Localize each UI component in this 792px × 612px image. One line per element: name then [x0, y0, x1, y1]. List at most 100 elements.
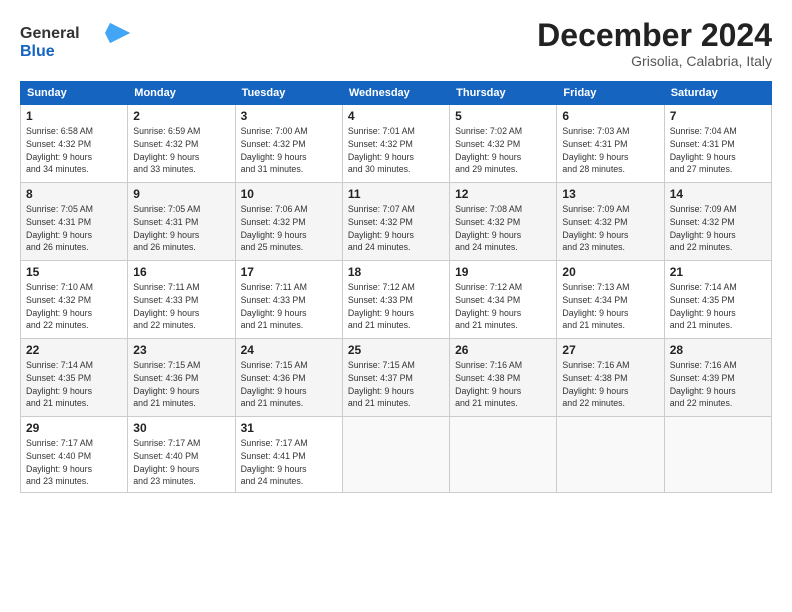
calendar-week-2: 8 Sunrise: 7:05 AMSunset: 4:31 PMDaylight…: [21, 183, 772, 261]
day-number: 5: [455, 109, 551, 123]
day-info: Sunrise: 7:16 AMSunset: 4:38 PMDaylight:…: [455, 359, 551, 410]
day-number: 7: [670, 109, 766, 123]
weekday-header-friday: Friday: [557, 82, 664, 105]
weekday-header-sunday: Sunday: [21, 82, 128, 105]
day-info: Sunrise: 7:16 AMSunset: 4:39 PMDaylight:…: [670, 359, 766, 410]
day-number: 19: [455, 265, 551, 279]
day-info: Sunrise: 7:14 AMSunset: 4:35 PMDaylight:…: [670, 281, 766, 332]
calendar-cell: [450, 417, 557, 493]
calendar-cell: 12 Sunrise: 7:08 AMSunset: 4:32 PMDayligh…: [450, 183, 557, 261]
location: Grisolia, Calabria, Italy: [537, 53, 772, 69]
day-number: 27: [562, 343, 658, 357]
day-info: Sunrise: 7:07 AMSunset: 4:32 PMDaylight:…: [348, 203, 444, 254]
day-number: 1: [26, 109, 122, 123]
day-info: Sunrise: 7:03 AMSunset: 4:31 PMDaylight:…: [562, 125, 658, 176]
weekday-header-row: SundayMondayTuesdayWednesdayThursdayFrid…: [21, 82, 772, 105]
calendar-cell: 1 Sunrise: 6:58 AMSunset: 4:32 PMDaylight…: [21, 105, 128, 183]
calendar-cell: 13 Sunrise: 7:09 AMSunset: 4:32 PMDayligh…: [557, 183, 664, 261]
day-number: 13: [562, 187, 658, 201]
calendar-cell: 19 Sunrise: 7:12 AMSunset: 4:34 PMDayligh…: [450, 261, 557, 339]
calendar-cell: 17 Sunrise: 7:11 AMSunset: 4:33 PMDayligh…: [235, 261, 342, 339]
day-number: 17: [241, 265, 337, 279]
calendar-cell: 29Sunrise: 7:17 AMSunset: 4:40 PMDayligh…: [21, 417, 128, 493]
calendar-cell: 20Sunrise: 7:13 AMSunset: 4:34 PMDayligh…: [557, 261, 664, 339]
calendar-cell: 21 Sunrise: 7:14 AMSunset: 4:35 PMDayligh…: [664, 261, 771, 339]
day-info: Sunrise: 7:15 AMSunset: 4:37 PMDaylight:…: [348, 359, 444, 410]
calendar-week-3: 15Sunrise: 7:10 AMSunset: 4:32 PMDayligh…: [21, 261, 772, 339]
weekday-header-saturday: Saturday: [664, 82, 771, 105]
day-info: Sunrise: 7:05 AMSunset: 4:31 PMDaylight:…: [133, 203, 229, 254]
day-info: Sunrise: 7:00 AMSunset: 4:32 PMDaylight:…: [241, 125, 337, 176]
calendar-week-5: 29Sunrise: 7:17 AMSunset: 4:40 PMDayligh…: [21, 417, 772, 493]
day-number: 25: [348, 343, 444, 357]
calendar-cell: 10 Sunrise: 7:06 AMSunset: 4:32 PMDayligh…: [235, 183, 342, 261]
calendar-cell: 28 Sunrise: 7:16 AMSunset: 4:39 PMDayligh…: [664, 339, 771, 417]
day-info: Sunrise: 6:59 AMSunset: 4:32 PMDaylight:…: [133, 125, 229, 176]
day-info: Sunrise: 7:10 AMSunset: 4:32 PMDaylight:…: [26, 281, 122, 332]
weekday-header-tuesday: Tuesday: [235, 82, 342, 105]
logo: General Blue: [20, 18, 130, 67]
day-info: Sunrise: 7:11 AMSunset: 4:33 PMDaylight:…: [133, 281, 229, 332]
day-info: Sunrise: 7:05 AMSunset: 4:31 PMDaylight:…: [26, 203, 122, 254]
weekday-header-monday: Monday: [128, 82, 235, 105]
day-number: 28: [670, 343, 766, 357]
day-info: Sunrise: 7:06 AMSunset: 4:32 PMDaylight:…: [241, 203, 337, 254]
day-info: Sunrise: 6:58 AMSunset: 4:32 PMDaylight:…: [26, 125, 122, 176]
calendar-cell: 23Sunrise: 7:15 AMSunset: 4:36 PMDayligh…: [128, 339, 235, 417]
day-info: Sunrise: 7:09 AMSunset: 4:32 PMDaylight:…: [562, 203, 658, 254]
day-info: Sunrise: 7:16 AMSunset: 4:38 PMDaylight:…: [562, 359, 658, 410]
day-info: Sunrise: 7:04 AMSunset: 4:31 PMDaylight:…: [670, 125, 766, 176]
calendar-cell: 3 Sunrise: 7:00 AMSunset: 4:32 PMDaylight…: [235, 105, 342, 183]
calendar-week-1: 1 Sunrise: 6:58 AMSunset: 4:32 PMDaylight…: [21, 105, 772, 183]
day-info: Sunrise: 7:09 AMSunset: 4:32 PMDaylight:…: [670, 203, 766, 254]
day-number: 26: [455, 343, 551, 357]
day-number: 12: [455, 187, 551, 201]
header: General Blue December 2024 Grisolia, Cal…: [20, 18, 772, 69]
day-number: 8: [26, 187, 122, 201]
day-number: 6: [562, 109, 658, 123]
day-number: 18: [348, 265, 444, 279]
day-info: Sunrise: 7:08 AMSunset: 4:32 PMDaylight:…: [455, 203, 551, 254]
day-info: Sunrise: 7:17 AMSunset: 4:41 PMDaylight:…: [241, 437, 337, 488]
day-number: 30: [133, 421, 229, 435]
day-number: 31: [241, 421, 337, 435]
svg-text:General: General: [20, 25, 80, 42]
page: General Blue December 2024 Grisolia, Cal…: [0, 0, 792, 503]
weekday-header-thursday: Thursday: [450, 82, 557, 105]
calendar-cell: [342, 417, 449, 493]
day-info: Sunrise: 7:14 AMSunset: 4:35 PMDaylight:…: [26, 359, 122, 410]
calendar-cell: 6 Sunrise: 7:03 AMSunset: 4:31 PMDaylight…: [557, 105, 664, 183]
day-number: 21: [670, 265, 766, 279]
calendar-cell: 5Sunrise: 7:02 AMSunset: 4:32 PMDaylight…: [450, 105, 557, 183]
day-number: 14: [670, 187, 766, 201]
day-info: Sunrise: 7:12 AMSunset: 4:34 PMDaylight:…: [455, 281, 551, 332]
calendar-cell: 4Sunrise: 7:01 AMSunset: 4:32 PMDaylight…: [342, 105, 449, 183]
calendar-cell: 14 Sunrise: 7:09 AMSunset: 4:32 PMDayligh…: [664, 183, 771, 261]
calendar-cell: 25 Sunrise: 7:15 AMSunset: 4:37 PMDayligh…: [342, 339, 449, 417]
day-number: 3: [241, 109, 337, 123]
calendar-cell: 8 Sunrise: 7:05 AMSunset: 4:31 PMDaylight…: [21, 183, 128, 261]
day-info: Sunrise: 7:01 AMSunset: 4:32 PMDaylight:…: [348, 125, 444, 176]
day-info: Sunrise: 7:17 AMSunset: 4:40 PMDaylight:…: [26, 437, 122, 488]
calendar-week-4: 22 Sunrise: 7:14 AMSunset: 4:35 PMDayligh…: [21, 339, 772, 417]
day-number: 11: [348, 187, 444, 201]
day-info: Sunrise: 7:17 AMSunset: 4:40 PMDaylight:…: [133, 437, 229, 488]
calendar-cell: 9 Sunrise: 7:05 AMSunset: 4:31 PMDaylight…: [128, 183, 235, 261]
calendar-cell: 15Sunrise: 7:10 AMSunset: 4:32 PMDayligh…: [21, 261, 128, 339]
day-number: 23: [133, 343, 229, 357]
logo-block: General Blue: [20, 18, 130, 67]
logo-svg: General Blue: [20, 18, 130, 62]
calendar-cell: 11 Sunrise: 7:07 AMSunset: 4:32 PMDayligh…: [342, 183, 449, 261]
day-number: 24: [241, 343, 337, 357]
day-info: Sunrise: 7:11 AMSunset: 4:33 PMDaylight:…: [241, 281, 337, 332]
calendar-cell: 31 Sunrise: 7:17 AMSunset: 4:41 PMDayligh…: [235, 417, 342, 493]
calendar-cell: 24Sunrise: 7:15 AMSunset: 4:36 PMDayligh…: [235, 339, 342, 417]
calendar-cell: 7 Sunrise: 7:04 AMSunset: 4:31 PMDaylight…: [664, 105, 771, 183]
title-block: December 2024 Grisolia, Calabria, Italy: [537, 18, 772, 69]
day-number: 9: [133, 187, 229, 201]
day-number: 22: [26, 343, 122, 357]
day-number: 10: [241, 187, 337, 201]
calendar-cell: 27 Sunrise: 7:16 AMSunset: 4:38 PMDayligh…: [557, 339, 664, 417]
month-title: December 2024: [537, 18, 772, 53]
calendar-cell: 2Sunrise: 6:59 AMSunset: 4:32 PMDaylight…: [128, 105, 235, 183]
